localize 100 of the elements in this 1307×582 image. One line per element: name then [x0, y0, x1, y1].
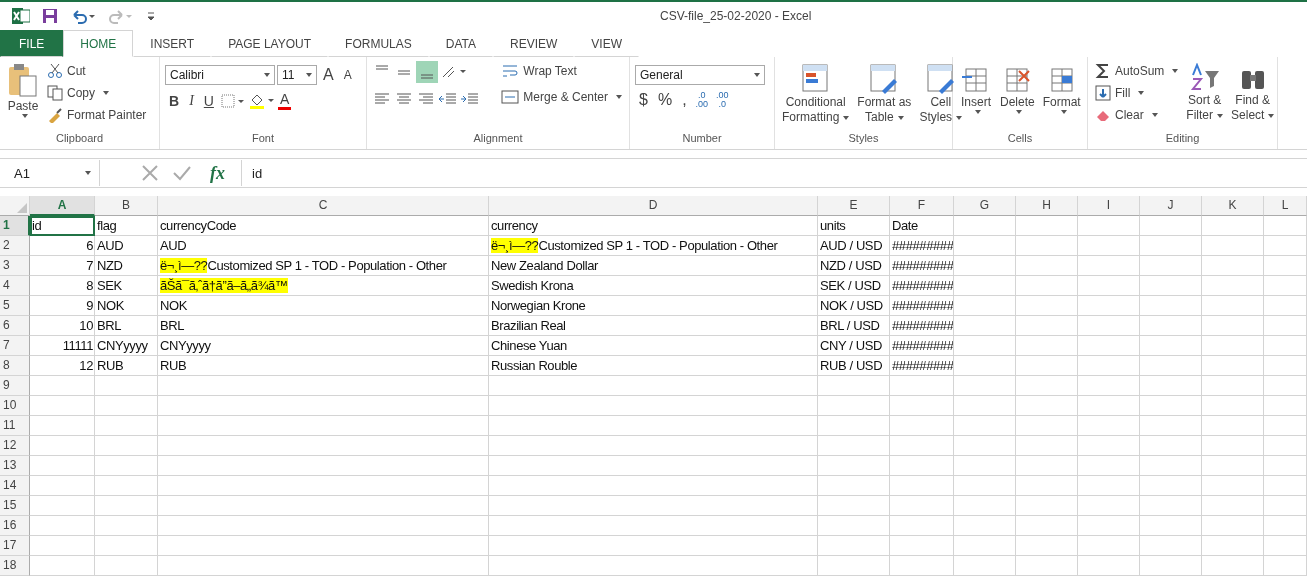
table-cell[interactable]: CNYyyyy [158, 336, 489, 356]
merge-center-button[interactable]: Merge & Center [499, 87, 624, 107]
table-cell[interactable] [1264, 536, 1307, 556]
table-cell[interactable] [1202, 456, 1264, 476]
table-cell[interactable]: RUB [158, 356, 489, 376]
table-cell[interactable] [954, 476, 1016, 496]
table-cell[interactable] [1078, 356, 1140, 376]
table-cell[interactable] [1202, 256, 1264, 276]
table-cell[interactable] [890, 376, 954, 396]
table-cell[interactable] [1264, 276, 1307, 296]
table-cell[interactable] [1078, 436, 1140, 456]
underline-button[interactable]: U [199, 92, 218, 109]
table-cell[interactable] [1264, 356, 1307, 376]
table-cell[interactable] [30, 416, 95, 436]
table-cell[interactable]: AUD [95, 236, 158, 256]
row-header[interactable]: 3 [0, 256, 30, 276]
table-cell[interactable] [95, 516, 158, 536]
table-cell[interactable]: RUB [95, 356, 158, 376]
table-cell[interactable] [1264, 556, 1307, 576]
table-cell[interactable] [1078, 296, 1140, 316]
table-cell[interactable] [890, 556, 954, 576]
table-cell[interactable] [890, 496, 954, 516]
table-cell[interactable] [30, 396, 95, 416]
table-cell[interactable] [30, 496, 95, 516]
table-cell[interactable] [1202, 396, 1264, 416]
table-cell[interactable] [954, 536, 1016, 556]
column-header[interactable]: H [1016, 196, 1078, 216]
paste-button[interactable]: Paste [5, 61, 41, 120]
table-cell[interactable] [890, 396, 954, 416]
editing-button[interactable]: Sort & Filter [1184, 61, 1226, 125]
row-header[interactable]: 13 [0, 456, 30, 476]
wrap-text-button[interactable]: Wrap Text [499, 61, 624, 81]
table-cell[interactable] [954, 456, 1016, 476]
copy-button[interactable]: Copy [45, 83, 149, 103]
cells-button[interactable]: Format [1040, 61, 1083, 116]
cells-button[interactable]: Delete [998, 61, 1037, 116]
row-header[interactable]: 12 [0, 436, 30, 456]
name-box[interactable]: A1 [0, 160, 100, 186]
table-cell[interactable]: NZD [95, 256, 158, 276]
grow-font-button[interactable]: A [319, 66, 338, 84]
table-cell[interactable]: 11111 [30, 336, 95, 356]
table-cell[interactable]: ######### [890, 236, 954, 256]
bottom-align-icon[interactable] [416, 61, 438, 83]
column-header[interactable]: C [158, 196, 489, 216]
font-size-field[interactable]: 11 [277, 65, 317, 85]
table-cell[interactable]: Swedish Krona [489, 276, 818, 296]
table-cell[interactable] [1016, 476, 1078, 496]
table-cell[interactable] [1264, 456, 1307, 476]
table-cell[interactable] [1016, 376, 1078, 396]
table-cell[interactable]: Chinese Yuan [489, 336, 818, 356]
table-cell[interactable] [818, 396, 890, 416]
table-cell[interactable] [1140, 276, 1202, 296]
row-header[interactable]: 16 [0, 516, 30, 536]
table-cell[interactable]: units [818, 216, 890, 236]
row-header[interactable]: 18 [0, 556, 30, 576]
table-cell[interactable]: NOK [158, 296, 489, 316]
table-cell[interactable] [1202, 416, 1264, 436]
table-cell[interactable] [1078, 216, 1140, 236]
table-cell[interactable]: currencyCode [158, 216, 489, 236]
table-cell[interactable] [95, 456, 158, 476]
table-cell[interactable] [1016, 296, 1078, 316]
table-cell[interactable]: ######### [890, 356, 954, 376]
table-cell[interactable] [1078, 536, 1140, 556]
table-cell[interactable]: NZD / USD [818, 256, 890, 276]
table-cell[interactable]: AUD [158, 236, 489, 256]
table-cell[interactable] [1016, 356, 1078, 376]
table-cell[interactable] [954, 296, 1016, 316]
table-cell[interactable]: flag [95, 216, 158, 236]
excel-logo-icon[interactable] [12, 7, 30, 25]
table-cell[interactable] [158, 396, 489, 416]
table-cell[interactable] [489, 456, 818, 476]
table-cell[interactable]: SEK [95, 276, 158, 296]
table-cell[interactable] [95, 436, 158, 456]
table-cell[interactable] [1202, 316, 1264, 336]
clear-button[interactable]: Clear [1093, 105, 1181, 125]
table-cell[interactable] [890, 536, 954, 556]
table-cell[interactable] [95, 476, 158, 496]
table-cell[interactable] [890, 516, 954, 536]
table-cell[interactable] [1264, 216, 1307, 236]
table-cell[interactable]: NOK / USD [818, 296, 890, 316]
table-cell[interactable] [1202, 476, 1264, 496]
table-cell[interactable]: AUD / USD [818, 236, 890, 256]
row-header[interactable]: 9 [0, 376, 30, 396]
table-cell[interactable] [1078, 336, 1140, 356]
decimal-button[interactable]: .0 .00 [692, 91, 712, 109]
column-header[interactable]: A [30, 196, 95, 216]
table-cell[interactable]: BRL / USD [818, 316, 890, 336]
table-cell[interactable] [1140, 476, 1202, 496]
table-cell[interactable] [954, 376, 1016, 396]
table-cell[interactable] [95, 496, 158, 516]
table-cell[interactable] [1264, 296, 1307, 316]
table-cell[interactable] [1016, 276, 1078, 296]
table-cell[interactable] [95, 536, 158, 556]
table-cell[interactable] [818, 456, 890, 476]
table-cell[interactable] [1016, 316, 1078, 336]
table-cell[interactable] [489, 476, 818, 496]
table-cell[interactable]: 6 [30, 236, 95, 256]
table-cell[interactable] [1140, 376, 1202, 396]
table-cell[interactable] [818, 436, 890, 456]
table-cell[interactable] [95, 376, 158, 396]
